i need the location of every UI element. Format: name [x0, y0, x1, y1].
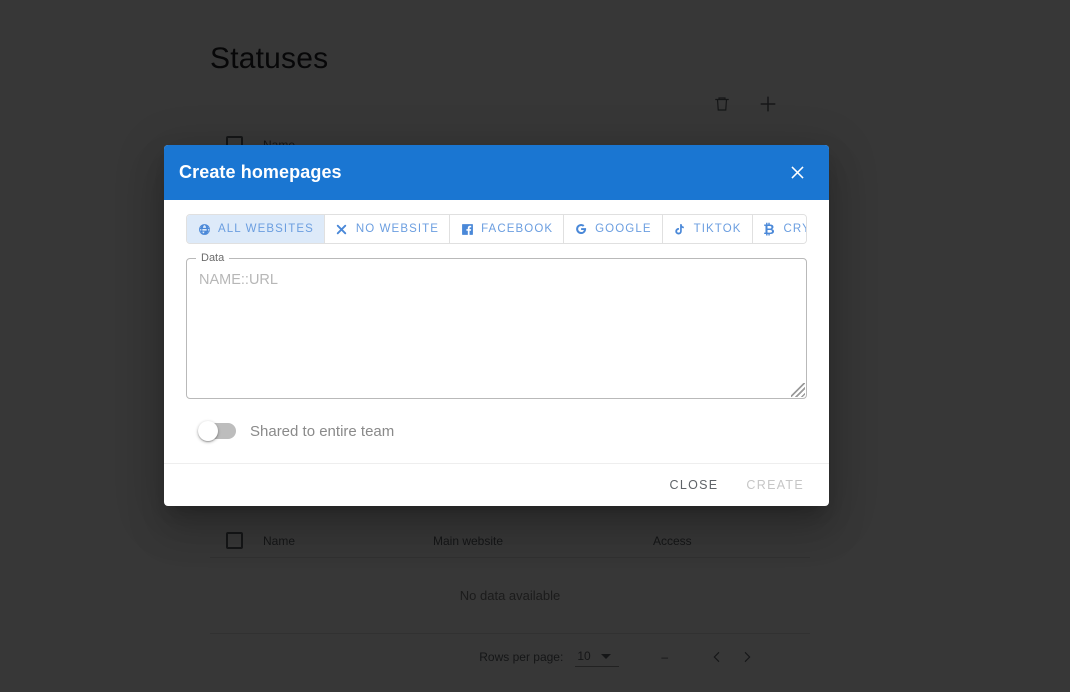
google-icon	[574, 222, 588, 236]
dialog-header: Create homepages	[164, 145, 829, 200]
tab-crypto[interactable]: ₿ CRYPTO	[752, 215, 806, 243]
shared-to-team-label: Shared to entire team	[250, 422, 395, 440]
tab-label: NO WEBSITE	[355, 223, 440, 235]
toggle-thumb	[198, 421, 218, 441]
bitcoin-icon: ₿	[763, 221, 776, 237]
data-field-legend: Data	[196, 252, 230, 265]
tab-label: ALL WEBSITES	[218, 223, 314, 235]
create-homepages-dialog: Create homepages ALL WEBSITES NO WEBSITE…	[164, 145, 829, 506]
app-root: Statuses Name	[0, 0, 1070, 692]
tab-label: GOOGLE	[595, 223, 652, 235]
shared-to-team-toggle[interactable]	[198, 421, 236, 441]
dialog-title: Create homepages	[179, 162, 342, 182]
tab-label: CRYPTO	[783, 223, 806, 235]
tab-google[interactable]: GOOGLE	[564, 215, 663, 243]
dialog-body: ALL WEBSITES NO WEBSITE FACEBOOK GOOGLE …	[164, 200, 829, 463]
tab-facebook[interactable]: FACEBOOK	[450, 215, 565, 243]
close-button[interactable]: CLOSE	[659, 471, 730, 499]
tab-label: TIKTOK	[693, 223, 742, 235]
tiktok-icon	[673, 222, 687, 236]
tab-label: FACEBOOK	[481, 223, 554, 235]
data-input[interactable]	[187, 259, 806, 398]
x-icon	[335, 222, 349, 236]
website-type-tabs: ALL WEBSITES NO WEBSITE FACEBOOK GOOGLE …	[186, 214, 807, 244]
tab-no-website[interactable]: NO WEBSITE	[324, 215, 451, 243]
tab-all-websites[interactable]: ALL WEBSITES	[187, 215, 325, 243]
share-toggle-row: Shared to entire team	[198, 421, 807, 463]
create-button[interactable]: CREATE	[735, 471, 815, 499]
globe-icon	[197, 222, 211, 236]
facebook-icon	[460, 222, 474, 236]
dialog-footer: CLOSE CREATE	[164, 463, 829, 506]
tab-tiktok[interactable]: TIKTOK	[662, 215, 753, 243]
close-icon[interactable]	[783, 159, 811, 187]
data-field: Data	[186, 252, 807, 399]
